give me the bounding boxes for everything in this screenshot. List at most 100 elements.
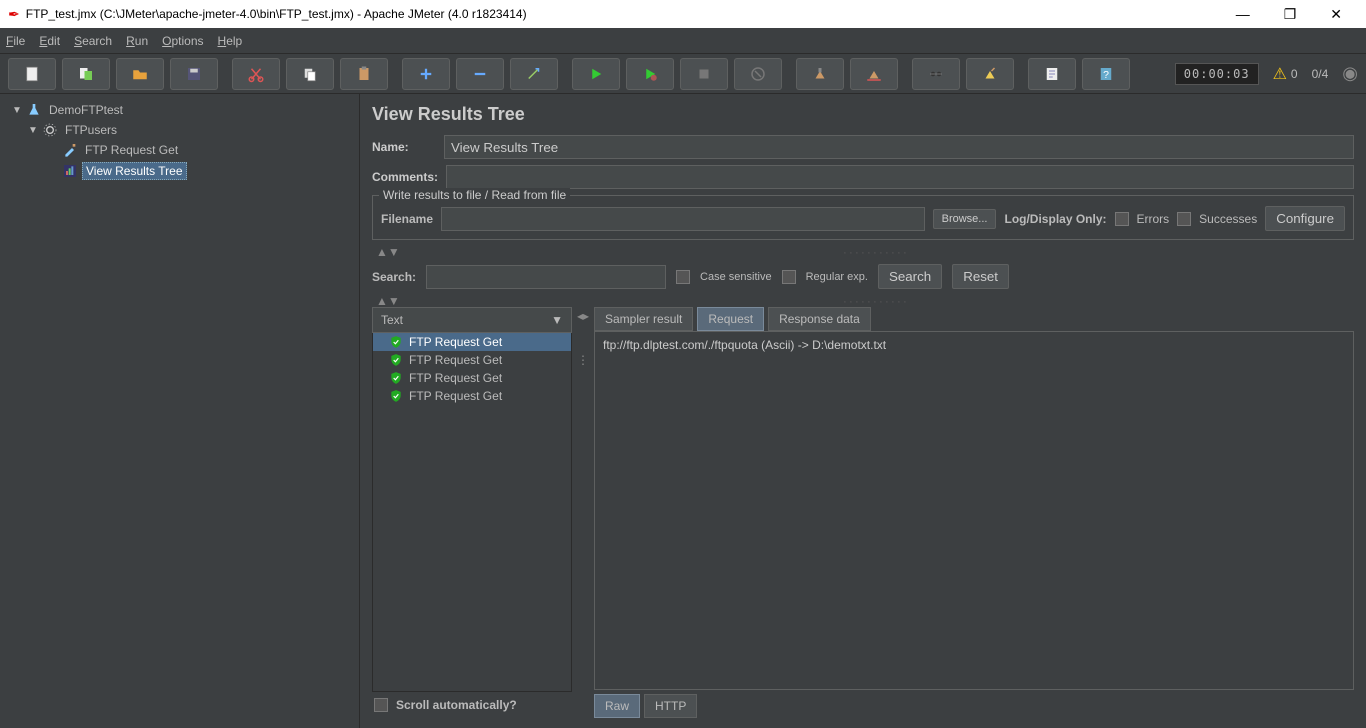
warning-icon[interactable]: ⚠ (1273, 64, 1287, 84)
tree-node-view-results[interactable]: View Results Tree (4, 160, 355, 182)
name-input[interactable] (444, 135, 1354, 159)
app-icon: ✒ (8, 6, 20, 23)
warning-count: 0 (1291, 67, 1298, 81)
tab-response-data[interactable]: Response data (768, 307, 871, 331)
maximize-button[interactable]: ❐ (1276, 4, 1305, 25)
fieldset-legend: Write results to file / Read from file (379, 188, 570, 202)
gear-icon (42, 122, 58, 138)
result-label: FTP Request Get (409, 371, 502, 385)
search-label: Search: (372, 270, 416, 284)
menu-run[interactable]: Run (126, 34, 148, 48)
results-list[interactable]: FTP Request Get FTP Request Get FTP Requ… (372, 333, 572, 692)
pipette-icon (62, 142, 78, 158)
panel-title: View Results Tree (372, 104, 1354, 125)
function-helper-button[interactable] (1028, 58, 1076, 90)
comments-label: Comments: (372, 170, 438, 184)
chart-icon (62, 163, 78, 179)
case-sensitive-checkbox[interactable] (676, 270, 690, 284)
collapse-button[interactable] (456, 58, 504, 90)
chevron-down-icon: ▼ (551, 313, 563, 327)
result-item[interactable]: FTP Request Get (373, 333, 571, 351)
write-results-fieldset: Write results to file / Read from file F… (372, 195, 1354, 240)
tree-node-testplan[interactable]: ▼ DemoFTPtest (4, 100, 355, 120)
menubar: File Edit Search Run Options Help (0, 28, 1366, 54)
vertical-splitter[interactable]: ◂▸⋮ (578, 307, 588, 718)
regexp-checkbox[interactable] (782, 270, 796, 284)
menu-search[interactable]: Search (74, 34, 112, 48)
search-button[interactable]: Search (878, 264, 942, 289)
thread-count: 0/4 (1312, 67, 1329, 81)
start-no-timers-button[interactable] (626, 58, 674, 90)
test-plan-tree[interactable]: ▼ DemoFTPtest ▼ FTPusers FTP Request Get… (0, 94, 360, 728)
regexp-label: Regular exp. (806, 271, 868, 283)
window-titlebar: ✒ FTP_test.jmx (C:\JMeter\apache-jmeter-… (0, 0, 1366, 28)
clear-button[interactable] (796, 58, 844, 90)
tree-label: FTPusers (62, 122, 120, 138)
expand-button[interactable] (402, 58, 450, 90)
renderer-value: Text (381, 313, 403, 327)
tree-label: View Results Tree (82, 162, 187, 180)
toggle-button[interactable] (510, 58, 558, 90)
copy-button[interactable] (286, 58, 334, 90)
menu-help[interactable]: Help (218, 34, 243, 48)
save-button[interactable] (170, 58, 218, 90)
case-sensitive-label: Case sensitive (700, 271, 772, 283)
browse-button[interactable]: Browse... (933, 209, 997, 229)
request-body[interactable]: ftp://ftp.dlptest.com/./ftpquota (Ascii)… (594, 331, 1354, 690)
result-label: FTP Request Get (409, 335, 502, 349)
help-button[interactable]: ? (1082, 58, 1130, 90)
menu-options[interactable]: Options (162, 34, 203, 48)
filename-input[interactable] (441, 207, 925, 231)
reset-search-button[interactable] (966, 58, 1014, 90)
result-label: FTP Request Get (409, 353, 502, 367)
clear-all-button[interactable] (850, 58, 898, 90)
flask-icon (26, 102, 42, 118)
comments-input[interactable] (446, 165, 1354, 189)
menu-edit[interactable]: Edit (39, 34, 60, 48)
horizontal-splitter[interactable]: ▲▼··········· (372, 246, 1354, 258)
scroll-auto-checkbox[interactable] (374, 698, 388, 712)
tab-raw[interactable]: Raw (594, 694, 640, 718)
result-item[interactable]: FTP Request Get (373, 387, 571, 405)
configure-button[interactable]: Configure (1265, 206, 1345, 231)
successes-label: Successes (1199, 212, 1257, 226)
elapsed-timer: 00:00:03 (1175, 63, 1259, 85)
open-button[interactable] (116, 58, 164, 90)
shutdown-button[interactable] (734, 58, 782, 90)
menu-file[interactable]: File (6, 34, 25, 48)
search-tree-button[interactable] (912, 58, 960, 90)
paste-button[interactable] (340, 58, 388, 90)
indicator-icon: ◉ (1342, 63, 1358, 84)
result-label: FTP Request Get (409, 389, 502, 403)
tab-http[interactable]: HTTP (644, 694, 697, 718)
window-title: FTP_test.jmx (C:\JMeter\apache-jmeter-4.… (26, 7, 527, 21)
errors-checkbox[interactable] (1115, 212, 1129, 226)
successes-checkbox[interactable] (1177, 212, 1191, 226)
close-button[interactable]: ✕ (1322, 4, 1350, 25)
reset-button[interactable]: Reset (952, 264, 1009, 289)
start-button[interactable] (572, 58, 620, 90)
tab-sampler-result[interactable]: Sampler result (594, 307, 693, 331)
filename-label: Filename (381, 212, 433, 226)
tree-label: FTP Request Get (82, 142, 181, 158)
minimize-button[interactable]: — (1228, 4, 1258, 25)
errors-label: Errors (1137, 212, 1170, 226)
horizontal-splitter-2[interactable]: ▲▼··········· (372, 295, 1354, 307)
cut-button[interactable] (232, 58, 280, 90)
result-item[interactable]: FTP Request Get (373, 369, 571, 387)
new-button[interactable] (8, 58, 56, 90)
tree-node-threadgroup[interactable]: ▼ FTPusers (4, 120, 355, 140)
result-item[interactable]: FTP Request Get (373, 351, 571, 369)
tab-request[interactable]: Request (697, 307, 764, 331)
main-panel: View Results Tree Name: Comments: Write … (360, 94, 1366, 728)
tree-label: DemoFTPtest (46, 102, 126, 118)
search-input[interactable] (426, 265, 666, 289)
templates-button[interactable] (62, 58, 110, 90)
svg-text:?: ? (1103, 68, 1109, 80)
renderer-combo[interactable]: Text ▼ (372, 307, 572, 333)
stop-button[interactable] (680, 58, 728, 90)
toolbar: ? 00:00:03 ⚠ 0 0/4 ◉ (0, 54, 1366, 94)
tree-node-ftp-request[interactable]: FTP Request Get (4, 140, 355, 160)
logdisplay-label: Log/Display Only: (1004, 212, 1106, 226)
scroll-auto-label: Scroll automatically? (396, 698, 517, 712)
